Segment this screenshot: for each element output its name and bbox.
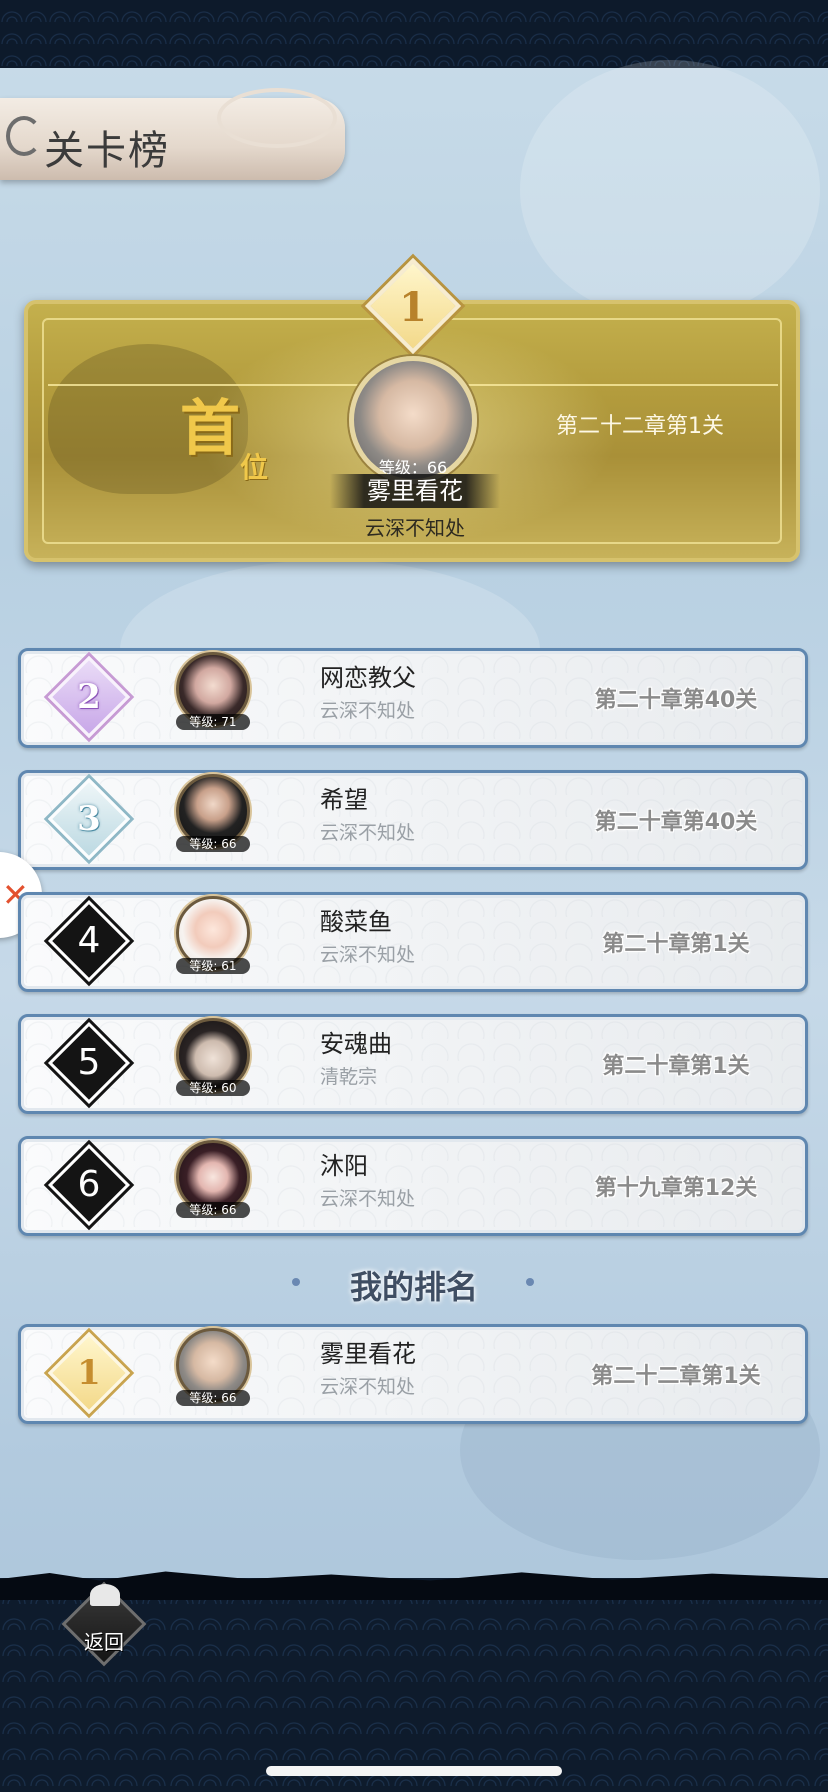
champion-guild: 云深不知处: [365, 516, 465, 540]
rank-number: 6: [77, 1164, 101, 1205]
avatar-level: 等级: 60: [176, 1080, 250, 1096]
first-place-emblem-main: 首: [180, 394, 240, 464]
rank-number: 4: [77, 920, 101, 961]
title-dot: [292, 1278, 300, 1286]
player-name: 安魂曲: [320, 1030, 392, 1058]
player-guild: 云深不知处: [320, 700, 416, 722]
page-title: 关卡榜: [44, 128, 170, 174]
rank-number: 1: [77, 1353, 101, 1393]
back-button[interactable]: 返回: [58, 1580, 150, 1672]
avatar-level: 等级: 66: [176, 836, 250, 852]
rank-number: 2: [77, 677, 101, 717]
player-stage: 第二十二章第1关: [591, 1364, 761, 1389]
divider: [468, 384, 778, 386]
title-dot: [526, 1278, 534, 1286]
player-stage: 第二十章第40关: [594, 810, 758, 835]
background-decoration: [520, 60, 820, 320]
player-guild: 云深不知处: [320, 1188, 416, 1210]
player-guild: 清乾宗: [320, 1066, 378, 1088]
top-status-bar: [0, 0, 828, 68]
player-name: 希望: [320, 786, 368, 814]
avatar-level: 等级: 61: [176, 958, 250, 974]
avatar-level: 等级: 66: [176, 1390, 250, 1406]
avatar-level: 等级: 71: [176, 714, 250, 730]
champion-name: 雾里看花: [367, 477, 463, 505]
player-guild: 云深不知处: [320, 944, 416, 966]
rank-number: 3: [77, 799, 101, 839]
back-button-label: 返回: [84, 1630, 124, 1654]
player-guild: 云深不知处: [320, 1376, 416, 1398]
first-place-emblem-sub: 位: [240, 451, 269, 484]
player-stage: 第十九章第12关: [594, 1176, 758, 1201]
avatar-level: 等级: 66: [176, 1202, 250, 1218]
player-name: 网恋教父: [320, 664, 416, 692]
my-rank-title: 我的排名: [349, 1268, 478, 1306]
player-name: 沐阳: [320, 1152, 368, 1180]
player-stage: 第二十章第1关: [602, 932, 750, 957]
page-title-plaque: 关卡榜: [0, 88, 345, 180]
cloud-swirl-icon: [6, 116, 42, 156]
cloud-ornament: [217, 88, 337, 148]
player-guild: 云深不知处: [320, 822, 416, 844]
player-stage: 第二十章第1关: [602, 1054, 750, 1079]
player-stage: 第二十章第40关: [594, 688, 758, 713]
player-name: 酸菜鱼: [320, 908, 392, 936]
champion-rank-number: 1: [399, 284, 427, 331]
champion-stage: 第二十二章第1关: [556, 414, 724, 439]
back-crest-icon: [90, 1584, 120, 1606]
player-name: 雾里看花: [320, 1340, 416, 1368]
rank-number: 5: [77, 1042, 101, 1083]
home-indicator[interactable]: [266, 1766, 562, 1776]
first-place-emblem: 首 位: [180, 380, 290, 490]
